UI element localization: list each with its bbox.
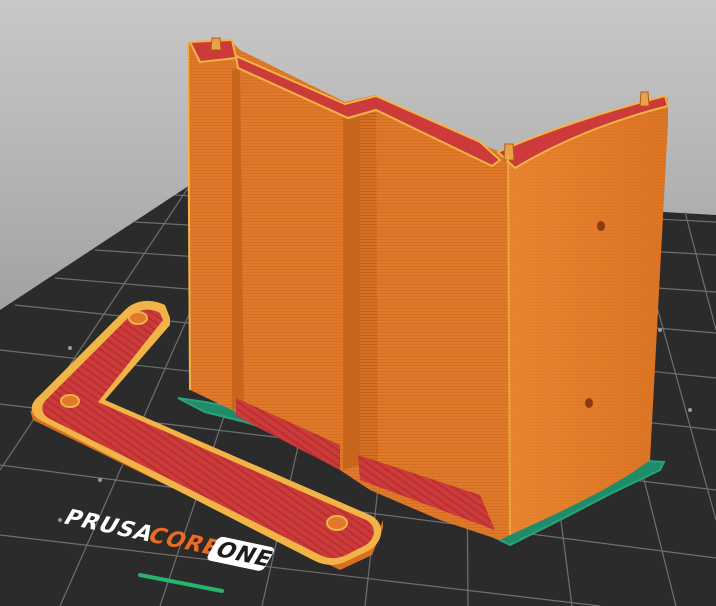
side-hole-icon — [597, 221, 605, 231]
screw-hole-icon — [326, 515, 348, 531]
screw-hole-icon — [128, 311, 148, 325]
alignment-pin-icon — [639, 91, 650, 107]
scene-canvas[interactable]: PRUSA CORE ONE — [0, 0, 716, 606]
side-hole-icon — [585, 398, 593, 408]
alignment-pin-icon — [210, 37, 222, 51]
screw-hole-icon — [60, 394, 80, 408]
u-channel-rib — [360, 98, 378, 470]
u-channel-inner-groove-mid — [343, 104, 360, 470]
3d-preview-viewport[interactable]: PRUSA CORE ONE — [0, 0, 716, 606]
